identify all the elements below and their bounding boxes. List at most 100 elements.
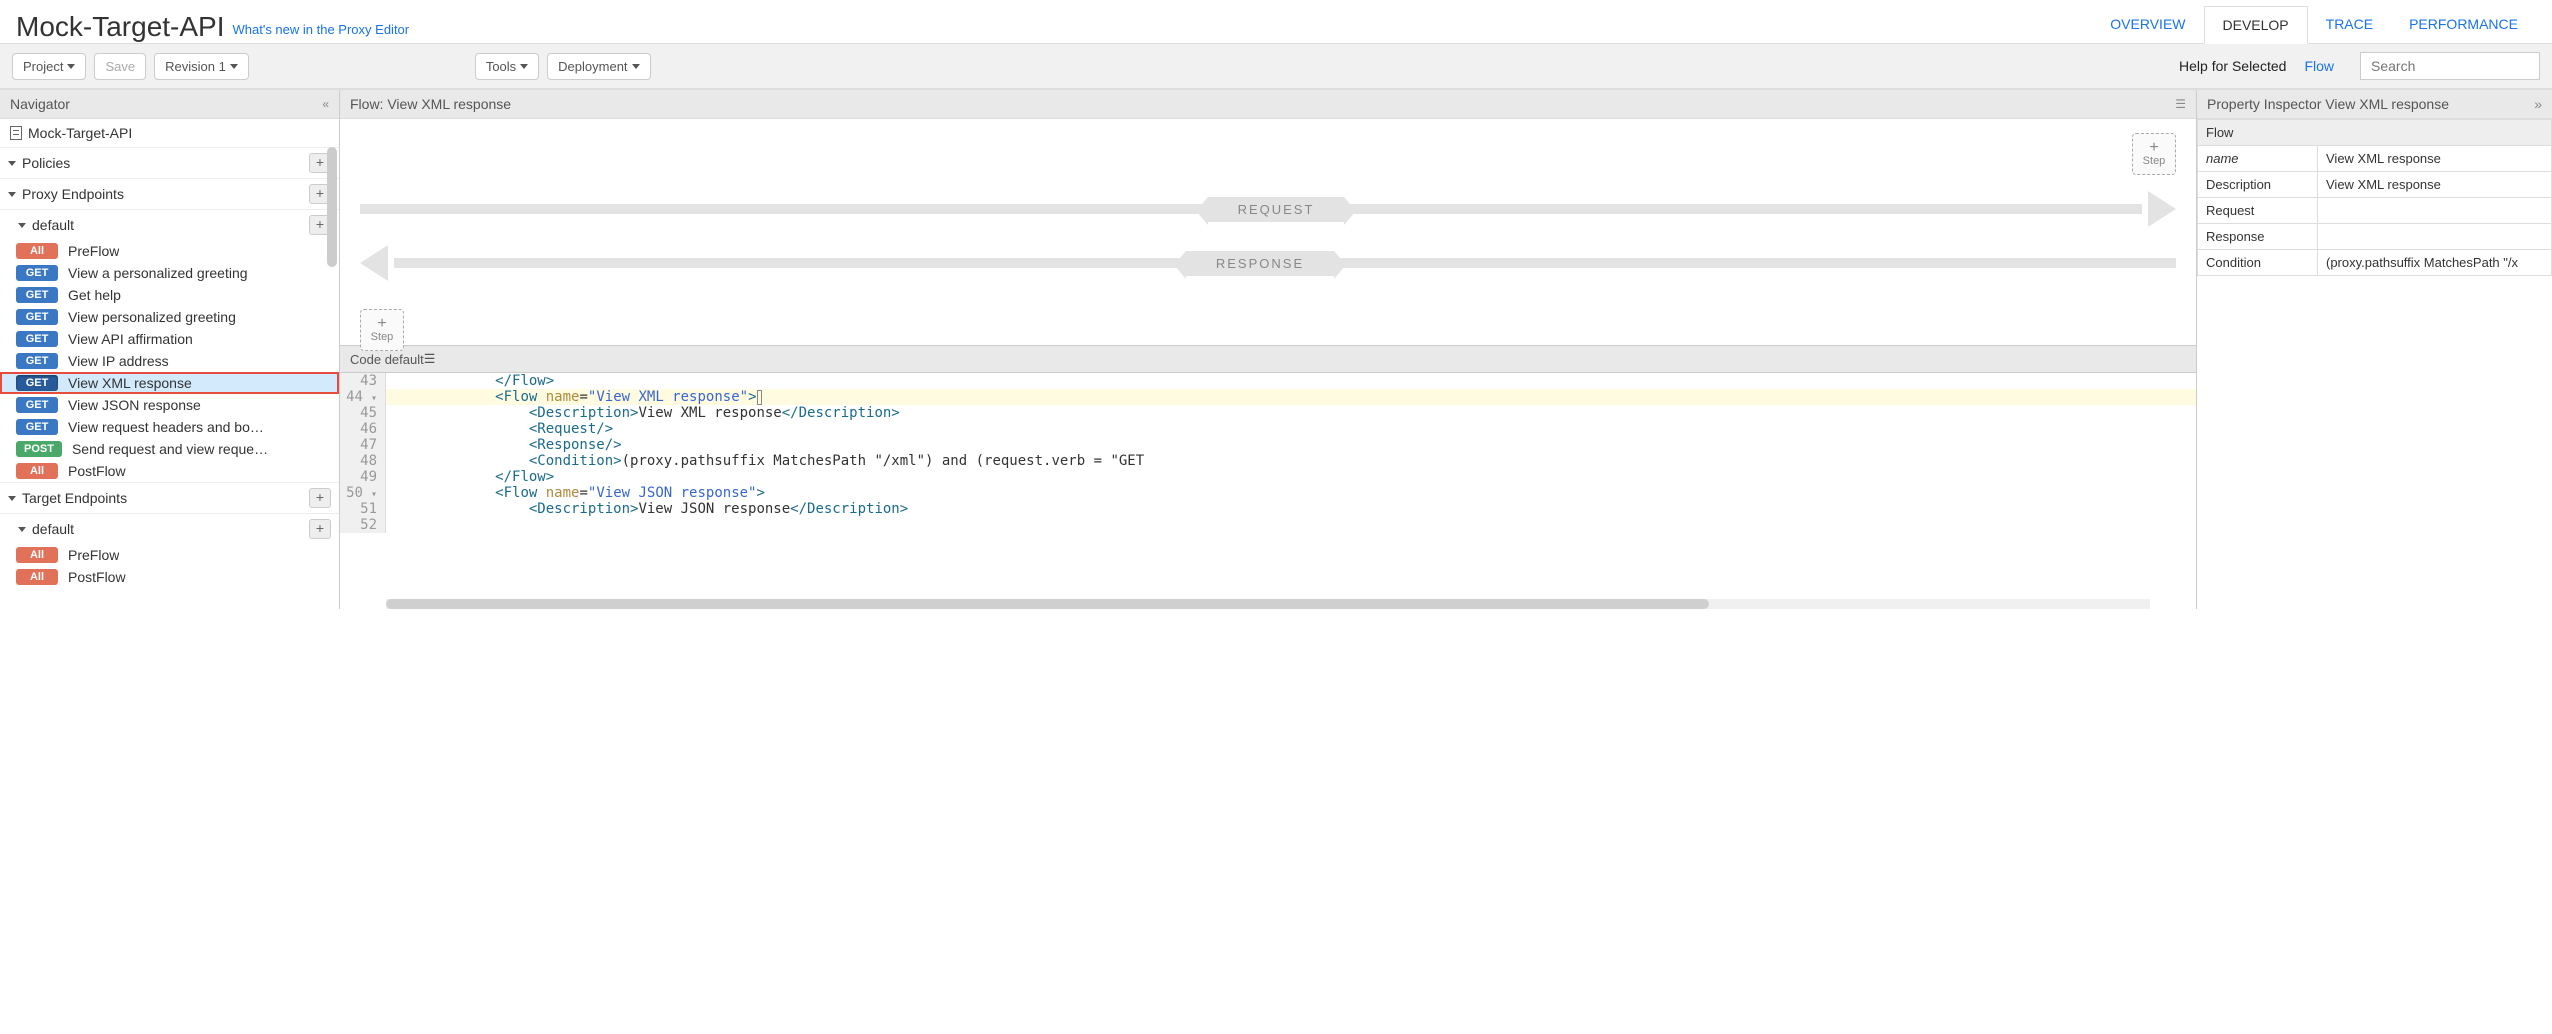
nav-flow-item[interactable]: All PostFlow bbox=[0, 460, 339, 482]
tab-overview[interactable]: OVERVIEW bbox=[2092, 6, 2203, 43]
add-step-request-button[interactable]: + Step bbox=[2132, 133, 2176, 175]
add-target-endpoint-button[interactable]: + bbox=[309, 488, 331, 508]
nav-flow-item[interactable]: GETView IP address bbox=[0, 350, 339, 372]
arrow-right-icon bbox=[2148, 191, 2176, 227]
property-value[interactable] bbox=[2318, 198, 2552, 224]
nav-flow-item[interactable]: POST Send request and view reque… bbox=[0, 438, 339, 460]
nav-flow-item[interactable]: GETGet help bbox=[0, 284, 339, 306]
method-badge: All bbox=[16, 463, 58, 479]
flow-editor-panel: Flow: View XML response ☰ + Step REQUEST… bbox=[340, 90, 2197, 609]
nav-section-target-endpoints[interactable]: Target Endpoints + bbox=[0, 482, 339, 513]
code-toggle-icon[interactable]: ☰ bbox=[424, 351, 436, 367]
property-value[interactable]: View XML response bbox=[2318, 172, 2552, 198]
property-row[interactable]: Request bbox=[2198, 198, 2552, 224]
project-menu[interactable]: Project bbox=[12, 53, 86, 80]
code-line[interactable]: 45 <Description>View XML response</Descr… bbox=[340, 405, 2196, 421]
help-for-selected-label: Help for Selected bbox=[2179, 58, 2286, 74]
method-badge: GET bbox=[16, 287, 58, 303]
method-badge: GET bbox=[16, 419, 58, 435]
nav-flow-item[interactable]: GETView a personalized greeting bbox=[0, 262, 339, 284]
code-editor-header: Code default ☰ bbox=[340, 345, 2196, 373]
method-badge: All bbox=[16, 569, 58, 585]
deployment-menu[interactable]: Deployment bbox=[547, 53, 650, 80]
nav-flow-item[interactable]: All PreFlow bbox=[0, 544, 339, 566]
nav-flow-label: PreFlow bbox=[68, 547, 119, 563]
add-target-flow-button[interactable]: + bbox=[309, 519, 331, 539]
nav-flow-label: Send request and view reque… bbox=[72, 441, 268, 457]
navigator-panel: Navigator « Mock-Target-API Policies + P… bbox=[0, 90, 340, 609]
code-text: <Flow name="View JSON response"> bbox=[386, 485, 765, 501]
code-text bbox=[386, 517, 394, 533]
main-tabs: OVERVIEW DEVELOP TRACE PERFORMANCE bbox=[2092, 6, 2536, 43]
code-horizontal-scrollbar[interactable] bbox=[386, 599, 2150, 609]
nav-proxy-default[interactable]: default + bbox=[0, 209, 339, 240]
nav-flow-item[interactable]: AllPostFlow bbox=[0, 566, 339, 588]
code-line[interactable]: 46 <Request/> bbox=[340, 421, 2196, 437]
nav-root-item[interactable]: Mock-Target-API bbox=[0, 119, 339, 147]
line-number: 48 bbox=[340, 453, 386, 469]
code-line[interactable]: 43 </Flow> bbox=[340, 373, 2196, 389]
property-row[interactable]: nameView XML response bbox=[2198, 146, 2552, 172]
tab-trace[interactable]: TRACE bbox=[2308, 6, 2391, 43]
code-line[interactable]: 49 </Flow> bbox=[340, 469, 2196, 485]
method-badge: All bbox=[16, 547, 58, 563]
code-editor[interactable]: 43 </Flow>44 ▾ <Flow name="View XML resp… bbox=[340, 373, 2196, 595]
method-badge: GET bbox=[16, 265, 58, 281]
code-line[interactable]: 51 <Description>View JSON response</Desc… bbox=[340, 501, 2196, 517]
collapse-up-icon[interactable]: ☰ bbox=[2175, 97, 2186, 111]
line-number: 44 ▾ bbox=[340, 389, 386, 405]
code-line[interactable]: 52 bbox=[340, 517, 2196, 533]
navigator-scrollbar[interactable] bbox=[327, 147, 337, 267]
code-line[interactable]: 47 <Response/> bbox=[340, 437, 2196, 453]
property-value[interactable] bbox=[2318, 224, 2552, 250]
property-key: Condition bbox=[2198, 250, 2318, 276]
property-row[interactable]: Condition(proxy.pathsuffix MatchesPath "… bbox=[2198, 250, 2552, 276]
tab-performance[interactable]: PERFORMANCE bbox=[2391, 6, 2536, 43]
property-key: name bbox=[2198, 146, 2318, 172]
chevron-down-icon bbox=[18, 527, 26, 532]
code-text: <Description>View XML response</Descript… bbox=[386, 405, 900, 421]
plus-icon: + bbox=[377, 317, 386, 331]
property-key: Request bbox=[2198, 198, 2318, 224]
property-key: Response bbox=[2198, 224, 2318, 250]
page-title: Mock-Target-API bbox=[16, 11, 225, 43]
property-value[interactable]: View XML response bbox=[2318, 146, 2552, 172]
nav-target-default[interactable]: default + bbox=[0, 513, 339, 544]
nav-flow-label: View JSON response bbox=[68, 397, 201, 413]
line-number: 43 bbox=[340, 373, 386, 389]
help-flow-link[interactable]: Flow bbox=[2304, 58, 2334, 74]
code-line[interactable]: 48 <Condition>(proxy.pathsuffix MatchesP… bbox=[340, 453, 2196, 469]
code-line[interactable]: 50 ▾ <Flow name="View JSON response"> bbox=[340, 485, 2196, 501]
nav-flow-item[interactable]: GETView personalized greeting bbox=[0, 306, 339, 328]
nav-flow-item[interactable]: GETView JSON response bbox=[0, 394, 339, 416]
revision-menu[interactable]: Revision 1 bbox=[154, 53, 249, 80]
expand-right-icon[interactable]: » bbox=[2534, 96, 2542, 112]
code-text: <Response/> bbox=[386, 437, 622, 453]
nav-flow-label: PostFlow bbox=[68, 463, 126, 479]
search-input[interactable] bbox=[2360, 52, 2540, 80]
navigator-body: Mock-Target-API Policies + Proxy Endpoin… bbox=[0, 119, 339, 609]
save-button[interactable]: Save bbox=[94, 53, 146, 80]
whats-new-link[interactable]: What's new in the Proxy Editor bbox=[233, 22, 410, 37]
line-number: 46 bbox=[340, 421, 386, 437]
property-section-flow: Flow bbox=[2198, 120, 2552, 146]
nav-flow-item[interactable]: AllPreFlow bbox=[0, 240, 339, 262]
nav-flow-item[interactable]: GETView XML response bbox=[0, 372, 339, 394]
nav-section-policies[interactable]: Policies + bbox=[0, 147, 339, 178]
chevron-down-icon bbox=[8, 192, 16, 197]
tools-menu[interactable]: Tools bbox=[475, 53, 539, 80]
code-text: </Flow> bbox=[386, 469, 554, 485]
property-value[interactable]: (proxy.pathsuffix MatchesPath "/x bbox=[2318, 250, 2552, 276]
add-step-response-button[interactable]: + Step bbox=[360, 309, 404, 351]
property-row[interactable]: Response bbox=[2198, 224, 2552, 250]
response-label: RESPONSE bbox=[1186, 251, 1334, 276]
property-key: Description bbox=[2198, 172, 2318, 198]
property-row[interactable]: DescriptionView XML response bbox=[2198, 172, 2552, 198]
tab-develop[interactable]: DEVELOP bbox=[2204, 6, 2308, 44]
nav-section-proxy-endpoints[interactable]: Proxy Endpoints + bbox=[0, 178, 339, 209]
method-badge: POST bbox=[16, 441, 62, 457]
nav-flow-item[interactable]: GETView API affirmation bbox=[0, 328, 339, 350]
code-line[interactable]: 44 ▾ <Flow name="View XML response"> bbox=[340, 389, 2196, 405]
collapse-left-icon[interactable]: « bbox=[322, 97, 329, 111]
nav-flow-item[interactable]: GETView request headers and bo… bbox=[0, 416, 339, 438]
